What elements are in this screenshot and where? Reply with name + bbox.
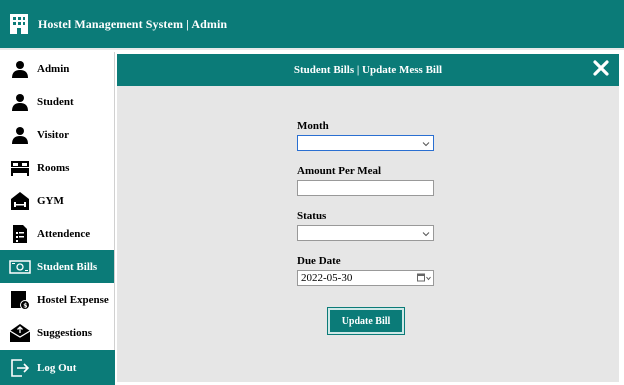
document-icon	[9, 223, 31, 245]
close-icon[interactable]	[593, 60, 609, 76]
chevron-down-icon	[422, 229, 430, 237]
sidebar-item-suggestions[interactable]: Suggestions	[0, 316, 114, 349]
sidebar-item-visitor[interactable]: Visitor	[0, 118, 114, 151]
amount-per-meal-input[interactable]	[297, 180, 434, 196]
sidebar-item-label: Suggestions	[37, 326, 93, 339]
logout-button[interactable]: Log Out	[0, 350, 115, 385]
month-label: Month	[297, 120, 329, 132]
sidebar-item-attendence[interactable]: Attendence	[0, 217, 114, 250]
update-bill-panel: Student Bills | Update Mess Bill Month A…	[117, 54, 619, 382]
sidebar-item-label: Rooms	[37, 161, 70, 174]
sidebar-item-label: Student	[37, 95, 74, 108]
sidebar-item-label: Student Bills	[37, 260, 98, 273]
logout-icon	[9, 357, 31, 379]
dumbbell-icon	[9, 190, 31, 212]
svg-text:$: $	[23, 302, 27, 309]
sidebar-item-rooms[interactable]: Rooms	[0, 151, 114, 184]
sidebar-item-label: Hostel Expense	[37, 293, 109, 306]
mail-icon	[9, 322, 31, 344]
sidebar-item-hostel-expense[interactable]: $ Hostel Expense	[0, 283, 114, 316]
chevron-down-icon	[422, 139, 430, 147]
sidebar: Admin Student Visitor Rooms GYM Attenden…	[0, 52, 115, 385]
sidebar-item-label: GYM	[37, 194, 64, 207]
expense-icon: $	[9, 289, 31, 311]
update-bill-button[interactable]: Update Bill	[327, 307, 405, 335]
calendar-icon[interactable]	[417, 273, 431, 283]
bed-icon	[9, 157, 31, 179]
due-date-input[interactable]: 2022-05-30	[297, 270, 434, 286]
sidebar-item-label: Attendence	[37, 227, 91, 240]
money-icon	[9, 256, 31, 278]
user-icon	[9, 91, 31, 113]
sidebar-item-gym[interactable]: GYM	[0, 184, 114, 217]
sidebar-item-label: Visitor	[37, 128, 69, 141]
status-select[interactable]	[297, 225, 434, 241]
amount-per-meal-label: Amount Per Meal	[297, 165, 382, 177]
user-icon	[9, 58, 31, 80]
sidebar-item-student[interactable]: Student	[0, 85, 114, 118]
due-date-label: Due Date	[297, 255, 341, 267]
update-bill-form: Month Amount Per Meal Status Due Date 20…	[297, 120, 437, 300]
logout-label: Log Out	[37, 361, 77, 374]
sidebar-item-student-bills[interactable]: Student Bills	[0, 250, 114, 283]
panel-header: Student Bills | Update Mess Bill	[117, 54, 619, 86]
top-bar: Hostel Management System | Admin	[0, 0, 624, 50]
app-title: Hostel Management System | Admin	[38, 16, 228, 31]
status-label: Status	[297, 210, 327, 222]
building-icon	[8, 13, 30, 35]
panel-title: Student Bills | Update Mess Bill	[293, 64, 443, 76]
month-select[interactable]	[297, 135, 434, 151]
user-icon	[9, 124, 31, 146]
sidebar-item-admin[interactable]: Admin	[0, 52, 114, 85]
due-date-value: 2022-05-30	[301, 272, 353, 284]
sidebar-item-label: Admin	[37, 62, 70, 75]
